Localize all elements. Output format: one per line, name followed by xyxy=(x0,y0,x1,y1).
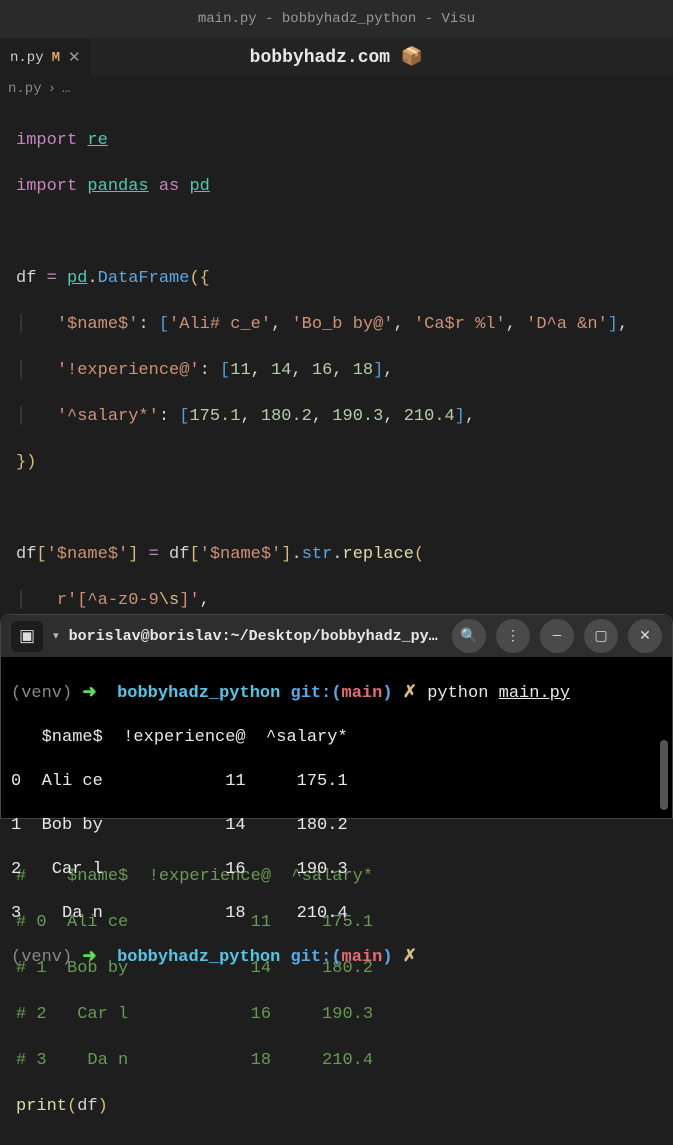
terminal-titlebar[interactable]: ▣ ▾ borislav@borislav:~/Desktop/bobbyhad… xyxy=(1,615,672,657)
minimize-button[interactable]: — xyxy=(540,619,574,653)
editor-tab[interactable]: n.py M ✕ xyxy=(0,38,91,76)
code-line: │ '!experience@': [11, 14, 16, 18], xyxy=(16,359,657,382)
terminal-window: ▣ ▾ borislav@borislav:~/Desktop/bobbyhad… xyxy=(0,614,673,819)
close-button[interactable]: ✕ xyxy=(628,619,662,653)
maximize-button[interactable]: ▢ xyxy=(584,619,618,653)
terminal-line: 3 Da n 18 210.4 xyxy=(11,903,662,925)
kebab-icon: ⋮ xyxy=(506,628,520,645)
maximize-icon: ▢ xyxy=(594,628,607,645)
close-icon[interactable]: ✕ xyxy=(68,48,81,67)
code-line xyxy=(16,497,657,520)
menu-button[interactable]: ⋮ xyxy=(496,619,530,653)
breadcrumb-more: … xyxy=(62,81,70,97)
code-line: │ r'[^a-z0-9\s]', xyxy=(16,589,657,612)
plus-icon: ▣ xyxy=(19,626,35,647)
minimize-icon: — xyxy=(553,628,561,644)
terminal-line: $name$ !experience@ ^salary* xyxy=(11,727,662,749)
terminal-line: (venv) ➜ bobbyhadz_python git:(main) ✗ xyxy=(11,947,662,969)
code-line: │ '$name$': ['Ali# c_e', 'Bo_b by@', 'Ca… xyxy=(16,313,657,336)
tab-bar: n.py M ✕ bobbyhadz.com 📦 xyxy=(0,38,673,76)
code-line: print(df) xyxy=(16,1095,657,1118)
code-comment: # 3 Da n 18 210.4 xyxy=(16,1049,657,1072)
code-line: import re xyxy=(16,129,657,152)
window-title: main.py - bobbyhadz_python - Visu xyxy=(198,11,475,27)
code-line: }) xyxy=(16,451,657,474)
chevron-right-icon: › xyxy=(48,81,56,97)
terminal-line: 0 Ali ce 11 175.1 xyxy=(11,771,662,793)
scrollbar-thumb[interactable] xyxy=(660,740,668,810)
close-icon: ✕ xyxy=(639,628,651,645)
tab-filename: n.py xyxy=(10,50,44,66)
breadcrumb-file: n.py xyxy=(8,81,42,97)
terminal-line: 1 Bob by 14 180.2 xyxy=(11,815,662,837)
code-line: df['$name$'] = df['$name$'].str.replace( xyxy=(16,543,657,566)
window-titlebar: main.py - bobbyhadz_python - Visu xyxy=(0,0,673,38)
terminal-title: borislav@borislav:~/Desktop/bobbyhadz_py… xyxy=(69,628,442,645)
watermark: bobbyhadz.com 📦 xyxy=(250,46,424,68)
code-line: import pandas as pd xyxy=(16,175,657,198)
chevron-down-icon[interactable]: ▾ xyxy=(53,629,59,643)
terminal-output[interactable]: (venv) ➜ bobbyhadz_python git:(main) ✗ p… xyxy=(1,657,672,1017)
code-line: df = pd.DataFrame({ xyxy=(16,267,657,290)
code-line xyxy=(16,221,657,244)
search-button[interactable]: 🔍 xyxy=(452,619,486,653)
code-line: │ '^salary*': [175.1, 180.2, 190.3, 210.… xyxy=(16,405,657,428)
search-icon: 🔍 xyxy=(460,628,477,645)
terminal-new-tab[interactable]: ▣ xyxy=(11,621,43,652)
breadcrumb[interactable]: n.py › … xyxy=(0,76,673,102)
terminal-line: 2 Car l 16 190.3 xyxy=(11,859,662,881)
terminal-line: (venv) ➜ bobbyhadz_python git:(main) ✗ p… xyxy=(11,683,662,705)
tab-modified-indicator: M xyxy=(52,50,60,66)
